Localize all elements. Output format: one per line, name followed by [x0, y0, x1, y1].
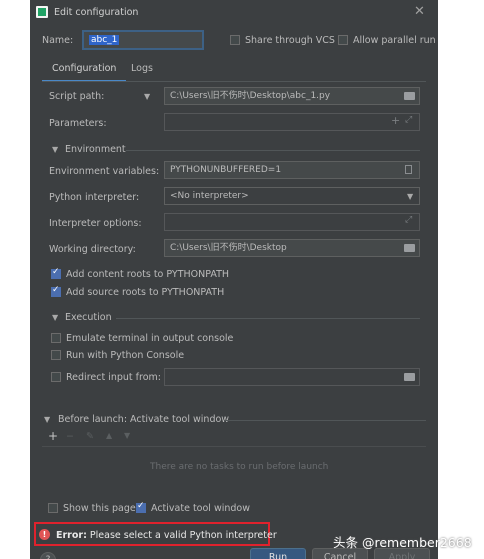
empty-tasks-message: There are no tasks to run before launch: [150, 462, 329, 472]
interpreter-options-label: Interpreter options:: [49, 218, 142, 229]
python-console-checkbox[interactable]: [51, 350, 61, 360]
env-vars-field[interactable]: PYTHONUNBUFFERED=1: [164, 161, 420, 179]
parameters-label: Parameters:: [49, 118, 107, 129]
watermark-text: 头条 @remember2668: [333, 535, 472, 550]
execution-divider: [116, 318, 420, 319]
help-button[interactable]: ?: [40, 552, 56, 559]
source-roots-checkbox[interactable]: [51, 285, 61, 297]
parameters-field[interactable]: [164, 113, 420, 131]
move-up-icon[interactable]: ▲: [106, 431, 112, 440]
activate-tool-window-checkbox[interactable]: [136, 501, 146, 513]
working-directory-label: Working directory:: [49, 244, 136, 255]
tab-configuration[interactable]: Configuration: [42, 58, 126, 82]
edit-configuration-dialog: Edit configuration ✕ Name: abc_1 Share t…: [30, 0, 438, 559]
error-text: Please select a valid Python interpreter: [89, 530, 277, 541]
interpreter-options-expand-icon[interactable]: ⤢: [405, 215, 412, 225]
interpreter-value: <No interpreter>: [170, 191, 249, 201]
script-type-dropdown-icon[interactable]: ▼: [144, 92, 150, 101]
activate-tool-window-label: Activate tool window: [151, 503, 251, 514]
working-directory-value: C:\Users\旧不伤时\Desktop: [170, 243, 287, 253]
close-icon[interactable]: ✕: [414, 4, 425, 19]
python-console-label: Run with Python Console: [66, 350, 185, 361]
interpreter-options-field[interactable]: [164, 213, 420, 231]
expand-icon[interactable]: ⤢: [405, 115, 412, 125]
share-vcs-checkbox[interactable]: [230, 35, 240, 45]
interpreter-label: Python interpreter:: [49, 192, 140, 203]
share-vcs-label: Share through VCS: [245, 35, 335, 46]
environment-collapse-icon[interactable]: ▼: [52, 145, 58, 154]
name-value: abc_1: [89, 35, 120, 45]
edit-list-icon[interactable]: [405, 165, 412, 174]
before-launch-task-list: There are no tasks to run before launch: [42, 446, 426, 489]
redirect-folder-icon[interactable]: [404, 373, 415, 381]
env-vars-label: Environment variables:: [49, 166, 160, 177]
emulate-terminal-label: Emulate terminal in output console: [66, 333, 234, 344]
folder-icon[interactable]: [404, 92, 415, 100]
before-launch-collapse-icon[interactable]: ▼: [44, 415, 50, 424]
tab-logs[interactable]: Logs: [131, 63, 153, 74]
run-button[interactable]: Run: [250, 548, 306, 559]
add-task-icon[interactable]: +: [48, 429, 58, 443]
add-parameter-icon[interactable]: +: [391, 114, 400, 127]
content-roots-checkbox[interactable]: [51, 267, 61, 279]
edit-task-icon[interactable]: ✎: [86, 431, 94, 442]
parallel-run-label: Allow parallel run: [353, 35, 436, 46]
working-directory-field[interactable]: C:\Users\旧不伤时\Desktop: [164, 239, 420, 257]
source-roots-label: Add source roots to PYTHONPATH: [66, 287, 225, 298]
execution-section-title: Execution: [65, 312, 112, 323]
interpreter-dropdown[interactable]: <No interpreter>: [164, 187, 420, 205]
script-path-value: C:\Users\旧不伤时\Desktop\abc_1.py: [170, 91, 331, 101]
working-directory-folder-icon[interactable]: [404, 244, 415, 252]
name-field[interactable]: abc_1: [82, 30, 204, 50]
environment-divider: [126, 150, 420, 151]
tabs-divider: [42, 81, 426, 82]
environment-section-title: Environment: [65, 144, 126, 155]
emulate-terminal-checkbox[interactable]: [51, 333, 61, 343]
title-bar: Edit configuration ✕: [30, 0, 438, 26]
error-label: Error:: [56, 530, 87, 541]
tab-configuration-label: Configuration: [52, 63, 117, 74]
show-page-checkbox[interactable]: [48, 503, 58, 513]
move-down-icon[interactable]: ▼: [124, 431, 130, 440]
window-title: Edit configuration: [54, 7, 139, 18]
redirect-input-label: Redirect input from:: [66, 372, 161, 383]
redirect-input-field[interactable]: [164, 368, 420, 386]
redirect-input-checkbox[interactable]: [51, 372, 61, 382]
error-message: Error: Please select a valid Python inte…: [56, 530, 277, 541]
name-label: Name:: [42, 35, 74, 46]
env-vars-value: PYTHONUNBUFFERED=1: [170, 165, 282, 175]
remove-task-icon[interactable]: −: [66, 431, 74, 442]
pycharm-app-icon: [36, 6, 48, 18]
before-launch-title: Before launch: Activate tool window: [58, 414, 230, 425]
parallel-run-checkbox[interactable]: [338, 35, 348, 45]
before-launch-divider: [224, 420, 426, 421]
error-icon: !: [39, 529, 50, 540]
interpreter-chevron-down-icon[interactable]: ▼: [407, 192, 413, 201]
script-path-label: Script path:: [49, 91, 105, 102]
execution-collapse-icon[interactable]: ▼: [52, 313, 58, 322]
content-roots-label: Add content roots to PYTHONPATH: [66, 269, 230, 280]
show-page-label: Show this page: [63, 503, 136, 514]
script-path-field[interactable]: C:\Users\旧不伤时\Desktop\abc_1.py: [164, 87, 420, 105]
